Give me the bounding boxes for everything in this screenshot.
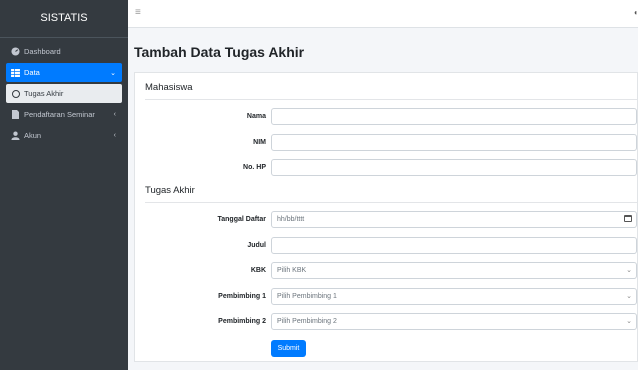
nim-input[interactable] xyxy=(271,134,637,151)
divider xyxy=(145,99,637,100)
sidebar: SISTATIS Dashboard Data ⌄ Tugas Akhir Pe… xyxy=(0,0,128,370)
topbar: ≡ ◖ xyxy=(128,0,638,28)
form-row-pembimbing-1: Pembimbing 1 Pilih Pembimbing 1 ⌄ xyxy=(135,288,637,305)
form-row-nohp: No. HP xyxy=(135,159,637,176)
pembimbing-2-label: Pembimbing 2 xyxy=(218,318,266,325)
sidebar-item-dashboard[interactable]: Dashboard xyxy=(6,42,122,61)
nama-label: Nama xyxy=(246,113,266,120)
brand-logo[interactable]: SISTATIS xyxy=(0,0,128,38)
section-title-tugas-akhir: Tugas Akhir xyxy=(145,185,195,196)
page-title: Tambah Data Tugas Akhir xyxy=(134,44,305,60)
nohp-input[interactable] xyxy=(271,159,637,176)
sidebar-item-label: Tugas Akhir xyxy=(24,89,64,98)
submit-button[interactable]: Submit xyxy=(271,340,306,357)
chevron-down-icon: ⌄ xyxy=(626,318,632,325)
sidebar-nav: Dashboard Data ⌄ Tugas Akhir Pendaftaran… xyxy=(0,38,128,151)
tanggal-label: Tanggal Daftar xyxy=(217,216,267,223)
pembimbing-1-select[interactable]: Pilih Pembimbing 1 ⌄ xyxy=(271,288,637,305)
file-icon xyxy=(11,110,20,119)
table-icon xyxy=(11,68,20,77)
pembimbing-1-select-value: Pilih Pembimbing 1 xyxy=(277,293,337,300)
judul-label: Judul xyxy=(247,242,266,249)
nama-input[interactable] xyxy=(271,108,637,125)
judul-input[interactable] xyxy=(271,237,637,254)
nohp-label: No. HP xyxy=(243,164,266,171)
sidebar-item-label: Data xyxy=(24,68,40,77)
sidebar-item-tugas-akhir[interactable]: Tugas Akhir xyxy=(6,84,122,103)
sidebar-item-label: Akun xyxy=(24,131,42,140)
pembimbing-2-select-value: Pilih Pembimbing 2 xyxy=(277,318,337,325)
form-row-judul: Judul xyxy=(135,237,637,254)
circle-icon xyxy=(11,89,20,98)
tanggal-date-input[interactable]: hh/bb/tttt xyxy=(271,211,637,228)
chevron-down-icon: ⌄ xyxy=(626,267,632,274)
form-row-kbk: KBK Pilih KBK ⌄ xyxy=(135,262,637,279)
form-row-tanggal: Tanggal Daftar hh/bb/tttt xyxy=(135,211,637,228)
chevron-down-icon: ⌄ xyxy=(626,293,632,300)
pembimbing-2-select[interactable]: Pilih Pembimbing 2 ⌄ xyxy=(271,313,637,330)
kbk-label: KBK xyxy=(250,267,266,274)
form-row-nama: Nama xyxy=(135,108,637,125)
date-placeholder: hh/bb/tttt xyxy=(277,216,305,223)
sidebar-item-label: Dashboard xyxy=(24,47,61,56)
chevron-left-icon: ‹ xyxy=(113,132,116,139)
form-row-nim: NIM xyxy=(135,134,637,151)
menu-icon[interactable]: ≡ xyxy=(135,7,141,19)
calendar-icon[interactable] xyxy=(624,215,632,222)
sidebar-item-data[interactable]: Data ⌄ xyxy=(6,63,122,82)
pembimbing-1-label: Pembimbing 1 xyxy=(218,293,266,300)
dashboard-icon xyxy=(11,47,20,56)
user-icon xyxy=(11,131,20,140)
kbk-select-value: Pilih KBK xyxy=(277,267,307,274)
sidebar-item-akun[interactable]: Akun ‹ xyxy=(6,126,122,145)
divider xyxy=(145,202,637,203)
sidebar-item-pendaftaran-seminar[interactable]: Pendaftaran Seminar ‹ xyxy=(6,105,122,124)
sidebar-item-label: Pendaftaran Seminar xyxy=(24,110,95,119)
chevron-left-icon: ‹ xyxy=(113,111,116,118)
user-menu-icon[interactable]: ◖ xyxy=(633,8,638,17)
chevron-down-icon: ⌄ xyxy=(110,69,116,77)
kbk-select[interactable]: Pilih KBK ⌄ xyxy=(271,262,637,279)
nim-label: NIM xyxy=(253,139,266,146)
form-row-pembimbing-2: Pembimbing 2 Pilih Pembimbing 2 ⌄ xyxy=(135,313,637,330)
section-title-mahasiswa: Mahasiswa xyxy=(145,82,193,93)
form-card: Mahasiswa Nama NIM No. HP Tugas Akhir Ta… xyxy=(134,72,638,362)
